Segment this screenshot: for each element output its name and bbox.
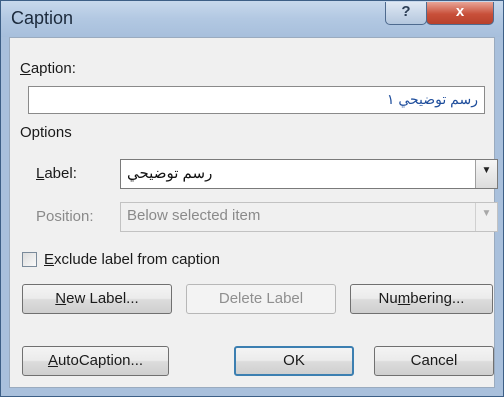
position-field-label: Position: xyxy=(36,208,94,225)
position-select-value: Below selected item xyxy=(127,207,261,224)
close-icon: x xyxy=(455,3,465,20)
cancel-button[interactable]: Cancel xyxy=(374,346,494,376)
autocaption-button[interactable]: AutoCaption... xyxy=(22,346,169,376)
exclude-label-checkbox[interactable] xyxy=(22,252,37,267)
dialog-title: Caption xyxy=(11,8,74,28)
caption-input[interactable]: رسم توضيحي ١ xyxy=(28,86,485,114)
help-icon: ? xyxy=(401,3,411,20)
caption-label: Caption: xyxy=(20,60,76,77)
chevron-down-icon: ▼ xyxy=(481,208,492,219)
chevron-down-icon: ▼ xyxy=(481,165,492,176)
exclude-label-text[interactable]: Exclude label from caption xyxy=(44,251,220,268)
label-select-value: رسم توضيحي xyxy=(127,165,213,182)
label-field-label: Label: xyxy=(36,165,77,182)
position-dropdown-button[interactable]: ▼ xyxy=(475,203,497,231)
ok-button[interactable]: OK xyxy=(234,346,354,376)
help-button[interactable]: ? xyxy=(385,2,427,25)
new-label-button[interactable]: New Label... xyxy=(22,284,172,314)
delete-label-button[interactable]: Delete Label xyxy=(186,284,336,314)
close-button[interactable]: x xyxy=(426,2,494,25)
options-heading: Options xyxy=(20,124,72,141)
caption-input-value: رسم توضيحي ١ xyxy=(386,91,478,107)
label-dropdown-button[interactable]: ▼ xyxy=(475,160,497,188)
dialog-body: Caption: رسم توضيحي ١ Options Label: رسم… xyxy=(9,37,498,388)
caption-dialog: Caption ? x Caption: رسم توضيحي ١ Option… xyxy=(0,0,504,397)
title-bar[interactable]: Caption ? x xyxy=(1,1,503,37)
position-select[interactable]: Below selected item ▼ xyxy=(120,202,498,232)
label-select[interactable]: رسم توضيحي ▼ xyxy=(120,159,498,189)
numbering-button[interactable]: Numbering... xyxy=(350,284,493,314)
